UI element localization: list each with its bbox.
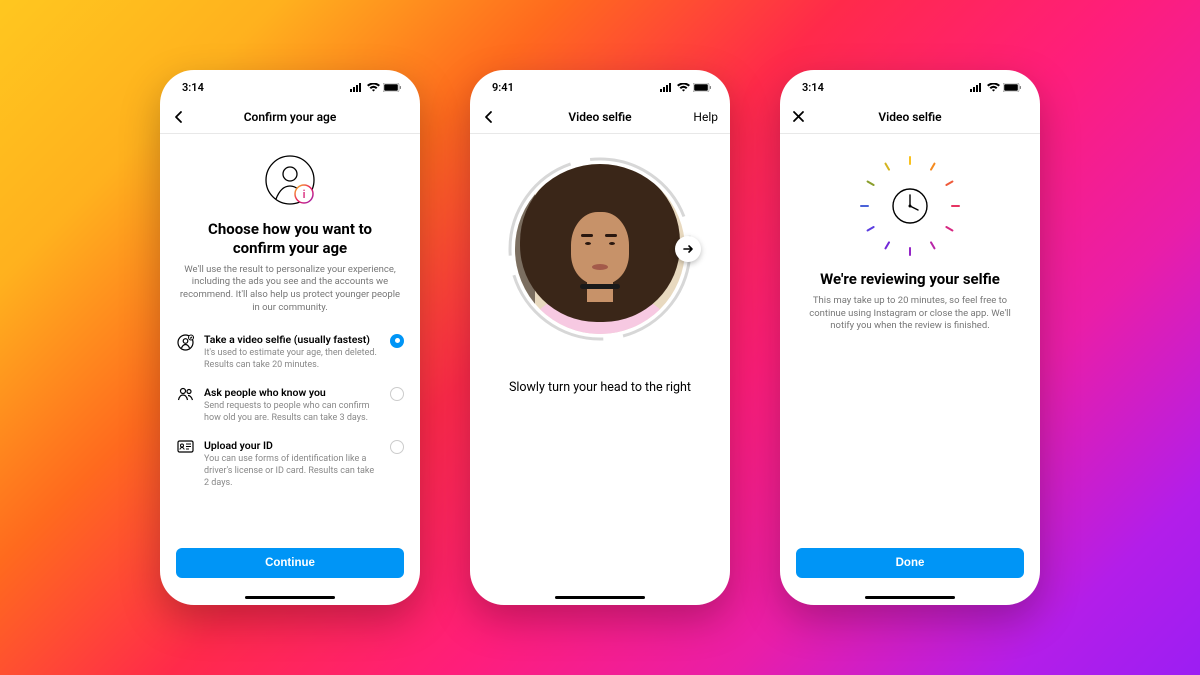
- radio-selected[interactable]: [390, 334, 404, 348]
- done-button[interactable]: Done: [796, 548, 1024, 578]
- option-title: Take a video selfie (usually fastest): [204, 333, 380, 347]
- heading: We're reviewing your selfie: [806, 270, 1014, 289]
- illustration-clock: [860, 156, 960, 256]
- content: i Choose how you want to confirm your ag…: [160, 134, 420, 594]
- status-right-icons: [660, 83, 712, 92]
- nav-bar: Video selfie: [780, 100, 1040, 134]
- id-card-icon: [176, 440, 194, 453]
- back-button[interactable]: [172, 110, 186, 124]
- illustration-profile-info: i: [176, 152, 404, 208]
- status-bar: 9:41: [470, 70, 730, 100]
- people-icon: [176, 387, 194, 402]
- content: We're reviewing your selfie This may tak…: [780, 134, 1040, 594]
- phone-confirm-age: 3:14 Confirm your age i Choose how you w…: [160, 70, 420, 605]
- wifi-icon: [677, 83, 690, 92]
- home-indicator: [555, 596, 645, 599]
- content: Slowly turn your head to the right: [470, 134, 730, 594]
- continue-button[interactable]: Continue: [176, 548, 404, 578]
- heading: Choose how you want to confirm your age: [186, 220, 394, 258]
- radio-unselected[interactable]: [390, 440, 404, 454]
- option-desc: Send requests to people who can confirm …: [204, 401, 380, 424]
- close-button[interactable]: [792, 110, 805, 123]
- chevron-left-icon: [482, 110, 496, 124]
- option-title: Ask people who know you: [204, 386, 380, 400]
- radio-unselected[interactable]: [390, 387, 404, 401]
- direction-right-badge: [675, 236, 701, 262]
- arrow-right-icon: [681, 242, 695, 256]
- help-link[interactable]: Help: [693, 110, 718, 124]
- page-title: Video selfie: [878, 110, 941, 124]
- back-button[interactable]: [482, 110, 496, 124]
- status-right-icons: [350, 83, 402, 92]
- subtext: This may take up to 20 minutes, so feel …: [798, 295, 1022, 333]
- nav-bar: Video selfie Help: [470, 100, 730, 134]
- battery-icon: [1003, 83, 1022, 92]
- wifi-icon: [987, 83, 1000, 92]
- option-title: Upload your ID: [204, 439, 380, 453]
- wifi-icon: [367, 83, 380, 92]
- page-title: Video selfie: [568, 110, 631, 124]
- battery-icon: [383, 83, 402, 92]
- home-indicator: [865, 596, 955, 599]
- svg-text:i: i: [303, 188, 306, 201]
- signal-icon: [970, 83, 984, 92]
- status-right-icons: [970, 83, 1022, 92]
- option-desc: It's used to estimate your age, then del…: [204, 348, 380, 371]
- subtext: We'll use the result to personalize your…: [178, 264, 402, 315]
- option-upload-id[interactable]: Upload your ID You can use forms of iden…: [176, 433, 404, 498]
- phone-video-selfie: 9:41 Video selfie Help: [470, 70, 730, 605]
- option-desc: You can use forms of identification like…: [204, 454, 380, 489]
- option-video-selfie[interactable]: Take a video selfie (usually fastest) It…: [176, 327, 404, 380]
- signal-icon: [660, 83, 674, 92]
- battery-icon: [693, 83, 712, 92]
- status-time: 3:14: [802, 81, 824, 94]
- status-bar: 3:14: [160, 70, 420, 100]
- video-selfie-icon: [176, 334, 194, 351]
- selfie-preview: [515, 164, 685, 334]
- signal-icon: [350, 83, 364, 92]
- page-title: Confirm your age: [244, 110, 337, 124]
- status-bar: 3:14: [780, 70, 1040, 100]
- close-icon: [792, 110, 805, 123]
- nav-bar: Confirm your age: [160, 100, 420, 134]
- chevron-left-icon: [172, 110, 186, 124]
- phone-reviewing: 3:14 Video selfie: [780, 70, 1040, 605]
- home-indicator: [245, 596, 335, 599]
- option-ask-people[interactable]: Ask people who know you Send requests to…: [176, 380, 404, 433]
- status-time: 9:41: [492, 81, 514, 94]
- selfie-capture-ring: [505, 154, 695, 344]
- status-time: 3:14: [182, 81, 204, 94]
- instruction-text: Slowly turn your head to the right: [486, 380, 714, 395]
